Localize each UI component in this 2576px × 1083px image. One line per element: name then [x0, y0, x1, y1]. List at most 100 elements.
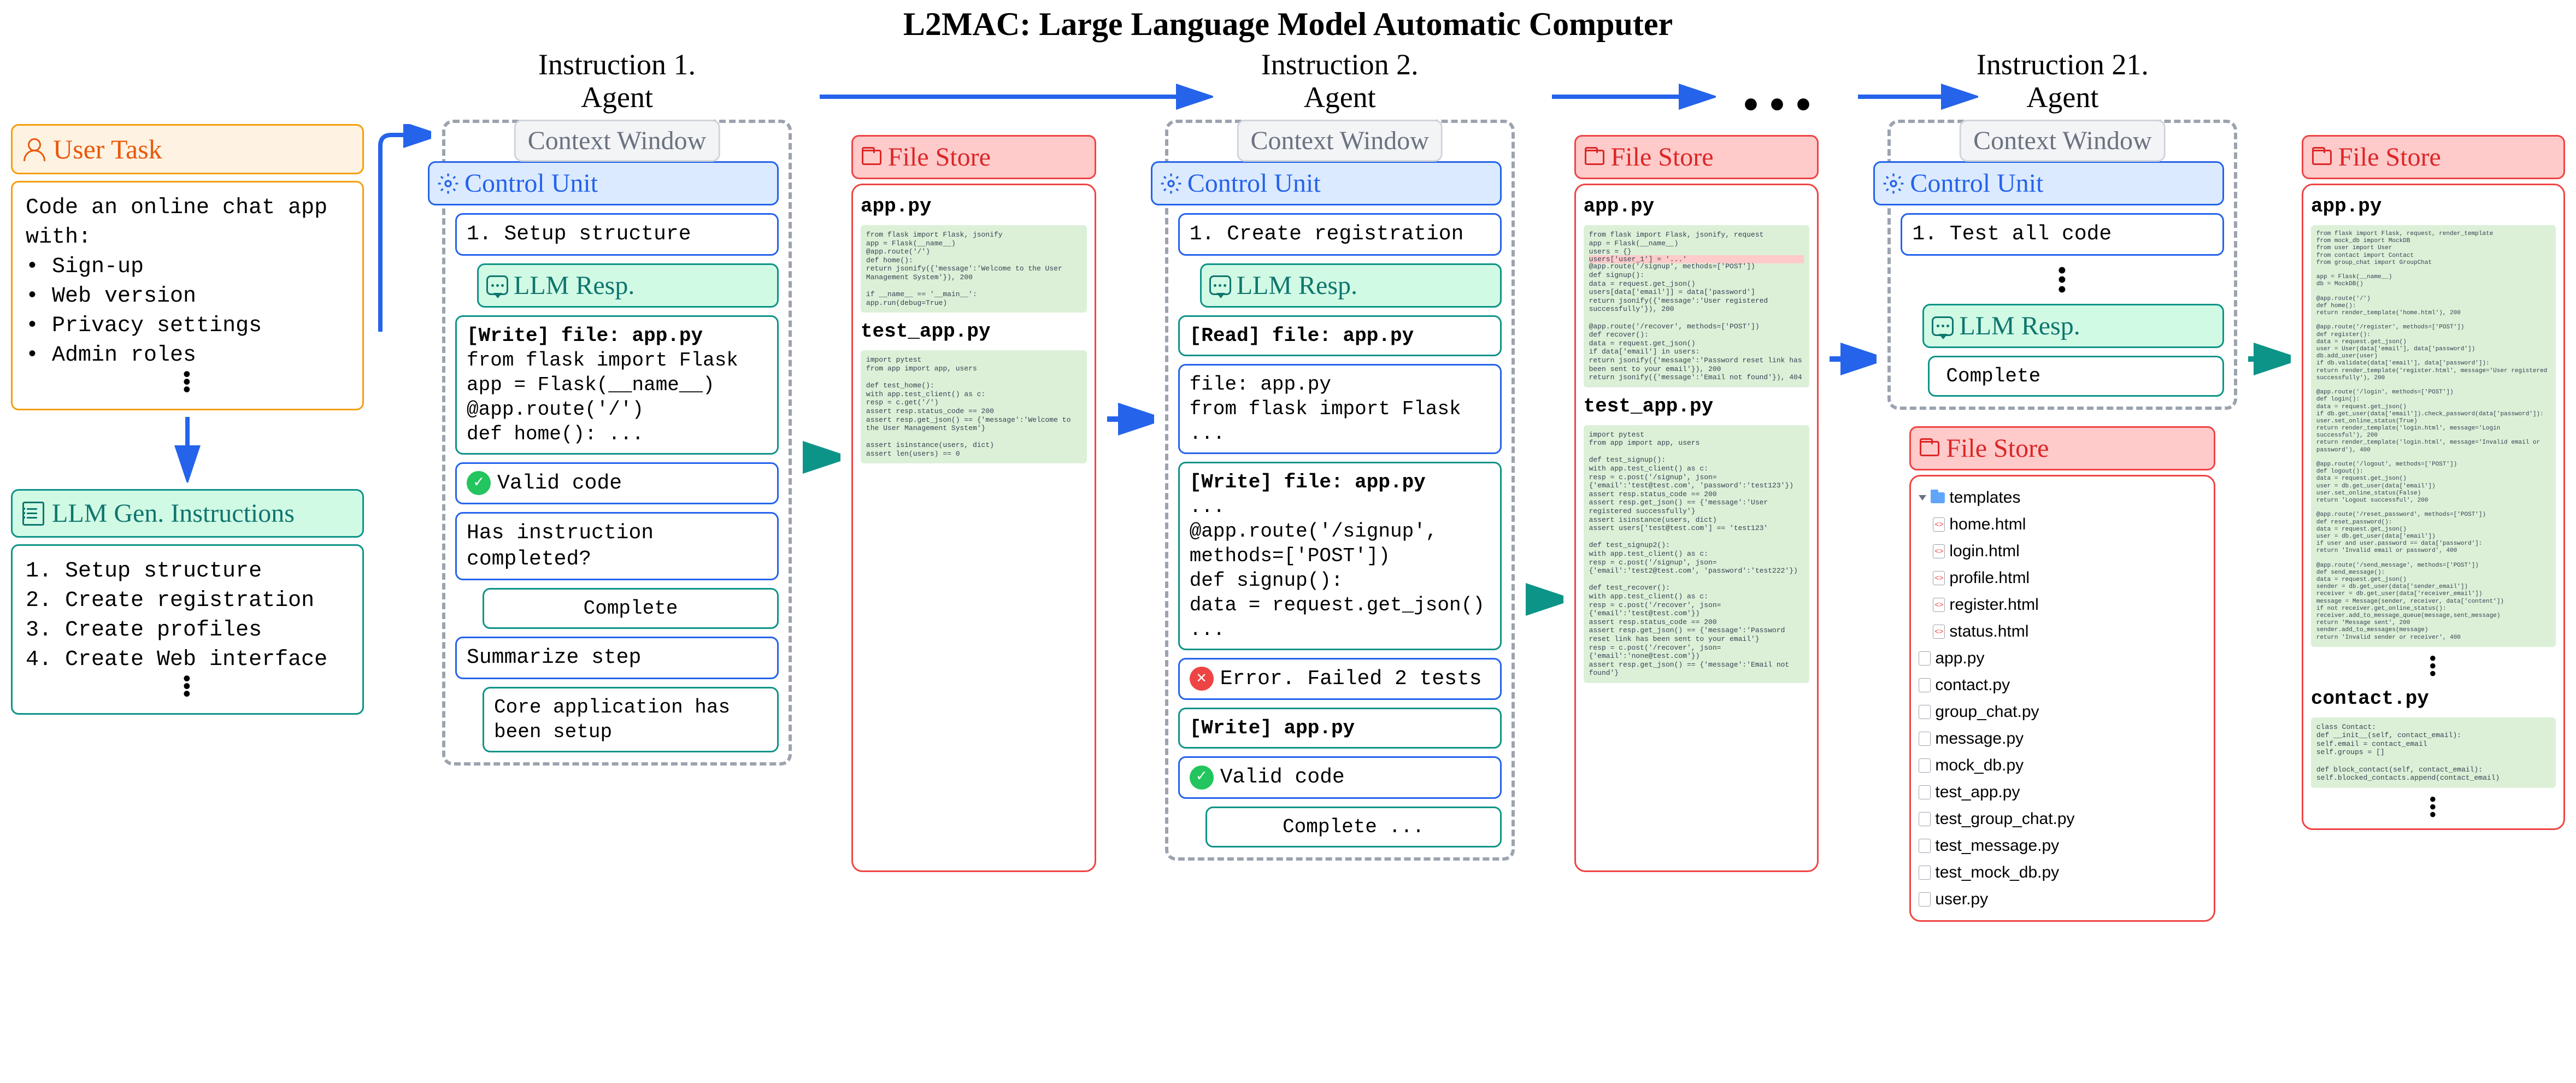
arrow-top-1-2 [820, 80, 1213, 113]
x-icon: ✕ [1190, 667, 1214, 691]
error-cell: ✕ Error. Failed 2 tests [1178, 658, 1502, 701]
llm-resp-label: LLM Resp. [1237, 270, 1357, 301]
context-window-21: Context Window Control Unit 1. Test all … [1887, 120, 2237, 410]
folder-icon [1920, 441, 1939, 456]
ask-complete-cell: Has instruction completed? [455, 512, 779, 580]
py-file-icon [1919, 678, 1931, 692]
cu-step: 1. Test all code [1901, 213, 2224, 256]
code-snippet: import pytest from app import app, users… [1584, 425, 1810, 683]
filestore-body: app.py from flask import Flask, jsonify … [851, 184, 1096, 872]
tree-file-row: <>profile.html [1919, 564, 2206, 591]
context-window-label: Context Window [514, 120, 720, 162]
tree-file-row: test_message.py [1919, 832, 2206, 859]
top-ellipsis: • • • [1743, 58, 1811, 130]
chat-icon [1209, 275, 1231, 295]
tree-file-row: test_group_chat.py [1919, 805, 2206, 832]
llm-resp-box: LLM Resp. [1922, 304, 2224, 348]
instruction-1-title: Instruction 1. [538, 48, 696, 81]
llm-gen-item: 3. Create profiles [26, 616, 349, 645]
html-file-icon: <> [1933, 517, 1945, 532]
py-file-icon [1919, 732, 1931, 746]
chat-icon [1932, 316, 1954, 336]
summarize-cell: Summarize step [455, 637, 779, 679]
filestore-body: templates <>home.html <>login.html <>pro… [1909, 475, 2215, 922]
cu-step: 1. Create registration [1178, 213, 1502, 256]
gear-icon [437, 173, 459, 195]
filestore-label: File Store [888, 142, 991, 172]
tree-file-row: <>home.html [1919, 511, 2206, 538]
diagram-root: User Task Code an online chat app with: … [11, 48, 2565, 922]
complete-cell: Complete [1928, 356, 2224, 397]
write-file-cell: [Write] file: app.py ... @app.route('/si… [1178, 462, 1502, 650]
tree-file-row: test_app.py [1919, 779, 2206, 805]
instruction-2-title: Instruction 2. [1261, 48, 1419, 81]
context-window-label: Context Window [1237, 120, 1443, 162]
code-snippet: from flask import Flask, request, render… [2311, 225, 2556, 647]
llm-resp-box: LLM Resp. [1200, 263, 1502, 308]
tree-file-row: app.py [1919, 645, 2206, 672]
file-name: app.py [861, 195, 1087, 217]
tree-file-row: user.py [1919, 886, 2206, 913]
user-task-bullet: • Sign-up [26, 252, 349, 282]
filestore-tree: File Store templates <>home.html <>login… [1909, 426, 2215, 922]
instruction-21-title: Instruction 21. [1977, 48, 2149, 81]
tree-file-row: <>login.html [1919, 538, 2206, 564]
filestore-label: File Store [1946, 433, 2049, 463]
py-file-icon [1919, 651, 1931, 666]
check-icon: ✓ [1190, 766, 1214, 790]
code-snippet: from flask import Flask, jsonify, reques… [1584, 225, 1810, 387]
tree-file-row: mock_db.py [1919, 752, 2206, 779]
left-column: User Task Code an online chat app with: … [11, 124, 364, 715]
ellipsis-dots: ••• [2311, 655, 2556, 678]
arrow-blue-icon [1107, 403, 1154, 435]
gear-icon [1160, 173, 1182, 195]
arrow-teal-icon [803, 441, 840, 474]
ellipsis-dots: ••• [26, 373, 349, 396]
filestore-2: File Store app.py from flask import Flas… [1574, 135, 1819, 872]
file-echo-cell: file: app.py from flask import Flask ... [1178, 364, 1502, 454]
tree-file-row: <>status.html [1919, 618, 2206, 645]
agent-label: Agent [2026, 80, 2098, 114]
user-task-bullet: • Privacy settings [26, 311, 349, 341]
control-unit-box: Control Unit [1873, 161, 2224, 205]
ellipsis-dots: ••• [1901, 266, 2224, 295]
llm-gen-item: 2. Create registration [26, 586, 349, 616]
instruction-21-column: Instruction 21. Agent Context Window Con… [1887, 48, 2237, 922]
arrow-blue-icon [1830, 343, 1877, 375]
ellipsis-dots: ••• [2311, 796, 2556, 819]
py-file-icon [1919, 839, 1931, 853]
folder-icon [1585, 150, 1604, 165]
code-snippet: from flask import Flask, jsonify app = F… [861, 225, 1087, 313]
html-file-icon: <> [1933, 625, 1945, 639]
person-icon [22, 137, 46, 161]
control-unit-box: Control Unit [1151, 161, 1502, 205]
check-icon: ✓ [467, 471, 491, 495]
user-task-intro: Code an online chat app with: [26, 193, 349, 252]
tree-file-row: message.py [1919, 725, 2206, 752]
folder-blue-icon [1931, 492, 1945, 503]
arrow-down-icon [171, 417, 204, 482]
py-file-icon [1919, 812, 1931, 826]
filestore-label: File Store [2338, 142, 2441, 172]
context-window-label: Context Window [1960, 120, 2166, 162]
control-unit-label: Control Unit [464, 168, 598, 198]
arrow-top-2-dots [1552, 80, 1716, 113]
tree-file-row: group_chat.py [1919, 698, 2206, 725]
py-file-icon [1919, 705, 1931, 719]
html-file-icon: <> [1933, 571, 1945, 585]
file-name: test_app.py [1584, 395, 1810, 417]
context-window-2: Context Window Control Unit 1. Create re… [1165, 120, 1515, 861]
llm-gen-item: 1. Setup structure [26, 557, 349, 586]
llm-gen-detail: 1. Setup structure 2. Create registratio… [11, 544, 364, 715]
ellipsis-dots: ••• [26, 677, 349, 700]
filestore-header: File Store [1909, 426, 2215, 470]
list-icon [22, 502, 44, 526]
filestore-21: File Store app.py from flask import Flas… [2302, 135, 2565, 830]
folder-icon [862, 150, 881, 165]
user-task-bullet: • Web version [26, 282, 349, 311]
control-unit-label: Control Unit [1910, 168, 2043, 198]
llm-resp-label: LLM Resp. [514, 270, 634, 301]
chat-icon [486, 275, 508, 295]
arrow-teal-icon [2248, 343, 2290, 375]
py-file-icon [1919, 892, 1931, 907]
